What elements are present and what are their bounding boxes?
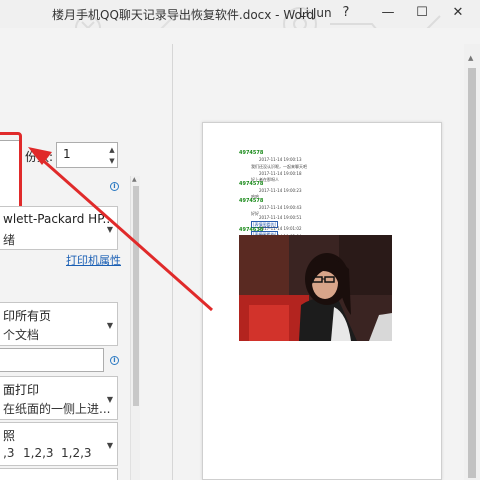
preview-page: 4974578 2017-11-14 19:00:13 我们还没认识呢，一起来聊天吧… [202,122,442,480]
pages-select[interactable]: 印所有页 个文档 ▼ [0,302,118,346]
chat-sender-id: 4974578 [239,181,264,187]
chat-sender-id: 4974578 [239,198,264,204]
chat-sender-id: 4974638 [239,227,264,233]
window-title: 楼月手机QQ聊天记录导出恢复软件.docx - Word [52,8,315,22]
chat-message: 好好 [251,211,259,216]
chat-message: 2017-11-14 19:00:13 [259,157,302,162]
settings-scrollbar-thumb[interactable] [133,186,139,406]
user-name[interactable]: Li Jun [299,6,332,20]
sides-option: 面打印 [3,383,40,397]
sides-select[interactable]: 面打印 在纸面的一侧上进... ▼ [0,376,118,420]
preview-scrollbar-thumb[interactable] [468,68,476,478]
chat-message: 2017-11-14 19:00:23 [259,188,302,193]
printer-name: wlett-Packard HP... [3,212,114,226]
printer-info-icon[interactable]: i [110,182,119,191]
preview-scrollbar[interactable]: ▲ [464,44,480,480]
chevron-down-icon: ▼ [106,321,113,330]
pages-input[interactable] [0,348,104,372]
chevron-down-icon: ▼ [106,395,113,404]
title-bar: 楼月手机QQ聊天记录导出恢复软件.docx - Word Li Jun ? — … [0,0,480,41]
chat-message: 2017-11-14 19:00:43 [259,205,302,210]
printer-properties-link[interactable]: 打印机属性 [66,252,121,268]
chat-sender-id: 4974578 [239,150,264,156]
scroll-up-icon[interactable]: ▲ [132,176,137,183]
settings-scrollbar[interactable]: ▲ [130,176,140,480]
collate-option: 照 [3,429,16,443]
maximize-button[interactable]: ☐ [408,2,436,24]
scroll-up-icon[interactable]: ▲ [468,54,473,62]
collate-value: ‚3 [3,446,15,460]
photo-image [239,235,392,341]
copies-label: 份数: [25,150,54,164]
help-button[interactable]: ? [332,2,360,24]
header-strip [0,28,480,44]
chat-message: 2017-11-14 19:00:51 [259,215,302,220]
collate-value: 1,2,3 [23,446,54,460]
chevron-down-icon: ▼ [106,441,113,450]
sides-option-sub: 在纸面的一侧上进... [3,402,111,416]
chat-message: 我们还没认识呢，一起来聊天吧 [251,164,307,169]
chat-message: 2017-11-14 19:00:18 [259,171,302,176]
pages-info-icon[interactable]: i [110,356,119,365]
printer-select[interactable]: wlett-Packard HP... 绪 ▼ [0,206,118,250]
chat-photo [239,235,392,341]
next-option-select[interactable] [0,468,118,480]
printer-status: 绪 [3,233,16,247]
collate-select[interactable]: 照 ‚3 1,2,3 1,2,3 ▼ [0,422,118,466]
pages-option-sub: 个文档 [3,328,40,342]
chevron-down-icon: ▼ [106,225,113,234]
copies-decrement-icon[interactable]: ▼ [107,155,117,167]
pages-option: 印所有页 [3,309,52,323]
print-settings-panel: 份数: 1 ▲ ▼ i wlett-Packard HP... 绪 ▼ 打印机属… [0,44,172,480]
collate-value: 1,2,3 [61,446,92,460]
minimize-button[interactable]: — [374,2,402,24]
close-button[interactable]: ✕ [444,2,472,24]
